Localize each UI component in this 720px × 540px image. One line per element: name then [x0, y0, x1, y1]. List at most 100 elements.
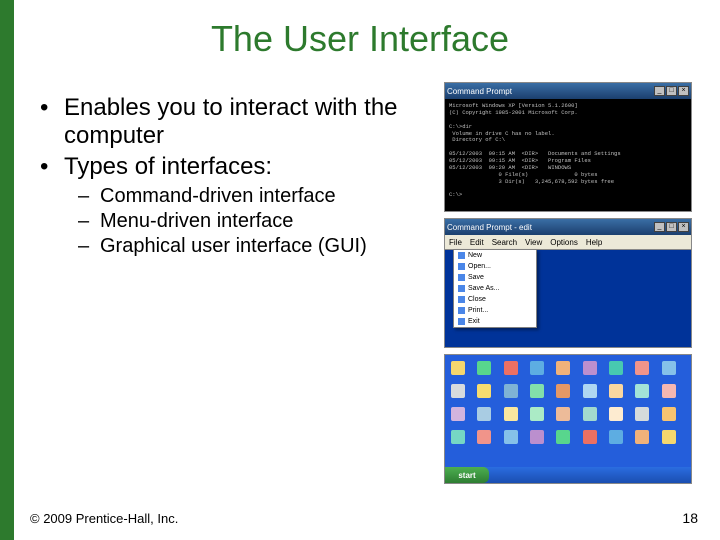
dropdown-item: Print...	[454, 305, 536, 316]
desktop-icon	[583, 384, 597, 398]
dropdown-item: New	[454, 250, 536, 261]
close-icon: ×	[678, 222, 689, 232]
menu-item: Search	[492, 238, 517, 247]
gui-desktop: start	[444, 354, 692, 484]
desktop-icon	[662, 361, 676, 375]
page-number: 18	[682, 510, 698, 526]
image-command-prompt: Command Prompt _ □ × Microsoft Windows X…	[444, 82, 692, 212]
desktop-icon	[556, 384, 570, 398]
bullet-item: • Enables you to interact with the compu…	[40, 94, 400, 149]
body-text: • Enables you to interact with the compu…	[40, 90, 400, 260]
desktop-icons	[451, 361, 685, 465]
desktop-icon	[504, 430, 518, 444]
desktop-icon	[477, 430, 491, 444]
desktop-icon	[530, 384, 544, 398]
start-button: start	[445, 467, 489, 483]
desktop-icon	[477, 384, 491, 398]
accent-bar	[0, 0, 14, 540]
bullet-dot: •	[40, 94, 64, 149]
desktop-icon	[635, 430, 649, 444]
sub-bullet-text: Menu-driven interface	[100, 210, 293, 233]
image-gui-desktop: start	[444, 354, 692, 484]
file-icon	[458, 296, 465, 303]
cmd-titlebar: Command Prompt _ □ ×	[445, 83, 691, 99]
bullet-dash: –	[78, 235, 100, 258]
desktop-icon	[504, 384, 518, 398]
menu-bar: File Edit Search View Options Help	[445, 235, 691, 250]
file-icon	[458, 252, 465, 259]
desktop-icon	[583, 407, 597, 421]
menu-titlebar: Command Prompt - edit _ □ ×	[445, 219, 691, 235]
file-icon	[458, 274, 465, 281]
maximize-icon: □	[666, 222, 677, 232]
desktop-icon	[556, 361, 570, 375]
menu-item: File	[449, 238, 462, 247]
close-icon: ×	[678, 86, 689, 96]
copyright-footer: © 2009 Prentice-Hall, Inc.	[30, 511, 178, 526]
image-menu-driven: Command Prompt - edit _ □ × File Edit Se…	[444, 218, 692, 348]
desktop-icon	[662, 430, 676, 444]
desktop-icon	[662, 384, 676, 398]
dropdown-item: Open...	[454, 261, 536, 272]
desktop-icon	[662, 407, 676, 421]
desktop-icon	[530, 361, 544, 375]
maximize-icon: □	[666, 86, 677, 96]
dropdown-item: Save As...	[454, 283, 536, 294]
file-icon	[458, 307, 465, 314]
menu-item: Options	[550, 238, 578, 247]
bullet-text: Types of interfaces:	[64, 153, 272, 181]
window-buttons: _ □ ×	[654, 222, 689, 232]
dropdown-menu: New Open... Save Save As... Close Print.…	[453, 249, 537, 328]
desktop-icon	[504, 407, 518, 421]
dropdown-item: Exit	[454, 316, 536, 327]
desktop-icon	[635, 407, 649, 421]
desktop-icon	[477, 361, 491, 375]
desktop-icon	[609, 407, 623, 421]
desktop-icon	[583, 430, 597, 444]
desktop-icon	[583, 361, 597, 375]
sub-bullet-item: – Graphical user interface (GUI)	[78, 235, 400, 258]
menu-title-text: Command Prompt - edit	[447, 223, 532, 232]
sub-bullet-text: Command-driven interface	[100, 185, 336, 208]
desktop-icon	[556, 407, 570, 421]
bullet-item: • Types of interfaces:	[40, 153, 400, 181]
taskbar: start	[445, 467, 691, 483]
cmd-title-text: Command Prompt	[447, 87, 512, 96]
desktop-icon	[451, 430, 465, 444]
desktop-icon	[451, 361, 465, 375]
sub-bullet-text: Graphical user interface (GUI)	[100, 235, 367, 258]
desktop-icon	[504, 361, 518, 375]
desktop-icon	[609, 384, 623, 398]
file-icon	[458, 318, 465, 325]
menu-item: Help	[586, 238, 602, 247]
desktop-icon	[609, 361, 623, 375]
file-icon	[458, 263, 465, 270]
bullet-text: Enables you to interact with the compute…	[64, 94, 400, 149]
desktop-icon	[556, 430, 570, 444]
desktop-icon	[609, 430, 623, 444]
bullet-dash: –	[78, 185, 100, 208]
slide: The User Interface • Enables you to inte…	[0, 0, 720, 540]
desktop-icon	[451, 407, 465, 421]
bullet-dash: –	[78, 210, 100, 233]
desktop-icon	[530, 430, 544, 444]
sub-bullet-item: – Menu-driven interface	[78, 210, 400, 233]
dropdown-item: Save	[454, 272, 536, 283]
bullet-dot: •	[40, 153, 64, 181]
minimize-icon: _	[654, 86, 665, 96]
cmd-output: Microsoft Windows XP [Version 5.1.2600] …	[445, 99, 691, 203]
desktop-icon	[530, 407, 544, 421]
dropdown-item: Close	[454, 294, 536, 305]
menu-item: View	[525, 238, 542, 247]
desktop-icon	[477, 407, 491, 421]
desktop-icon	[451, 384, 465, 398]
menu-window: Command Prompt - edit _ □ × File Edit Se…	[444, 218, 692, 348]
minimize-icon: _	[654, 222, 665, 232]
slide-title: The User Interface	[0, 18, 720, 60]
desktop-icon	[635, 384, 649, 398]
desktop-icon	[635, 361, 649, 375]
cmd-window: Command Prompt _ □ × Microsoft Windows X…	[444, 82, 692, 212]
image-column: Command Prompt _ □ × Microsoft Windows X…	[444, 82, 692, 484]
menu-item: Edit	[470, 238, 484, 247]
file-icon	[458, 285, 465, 292]
